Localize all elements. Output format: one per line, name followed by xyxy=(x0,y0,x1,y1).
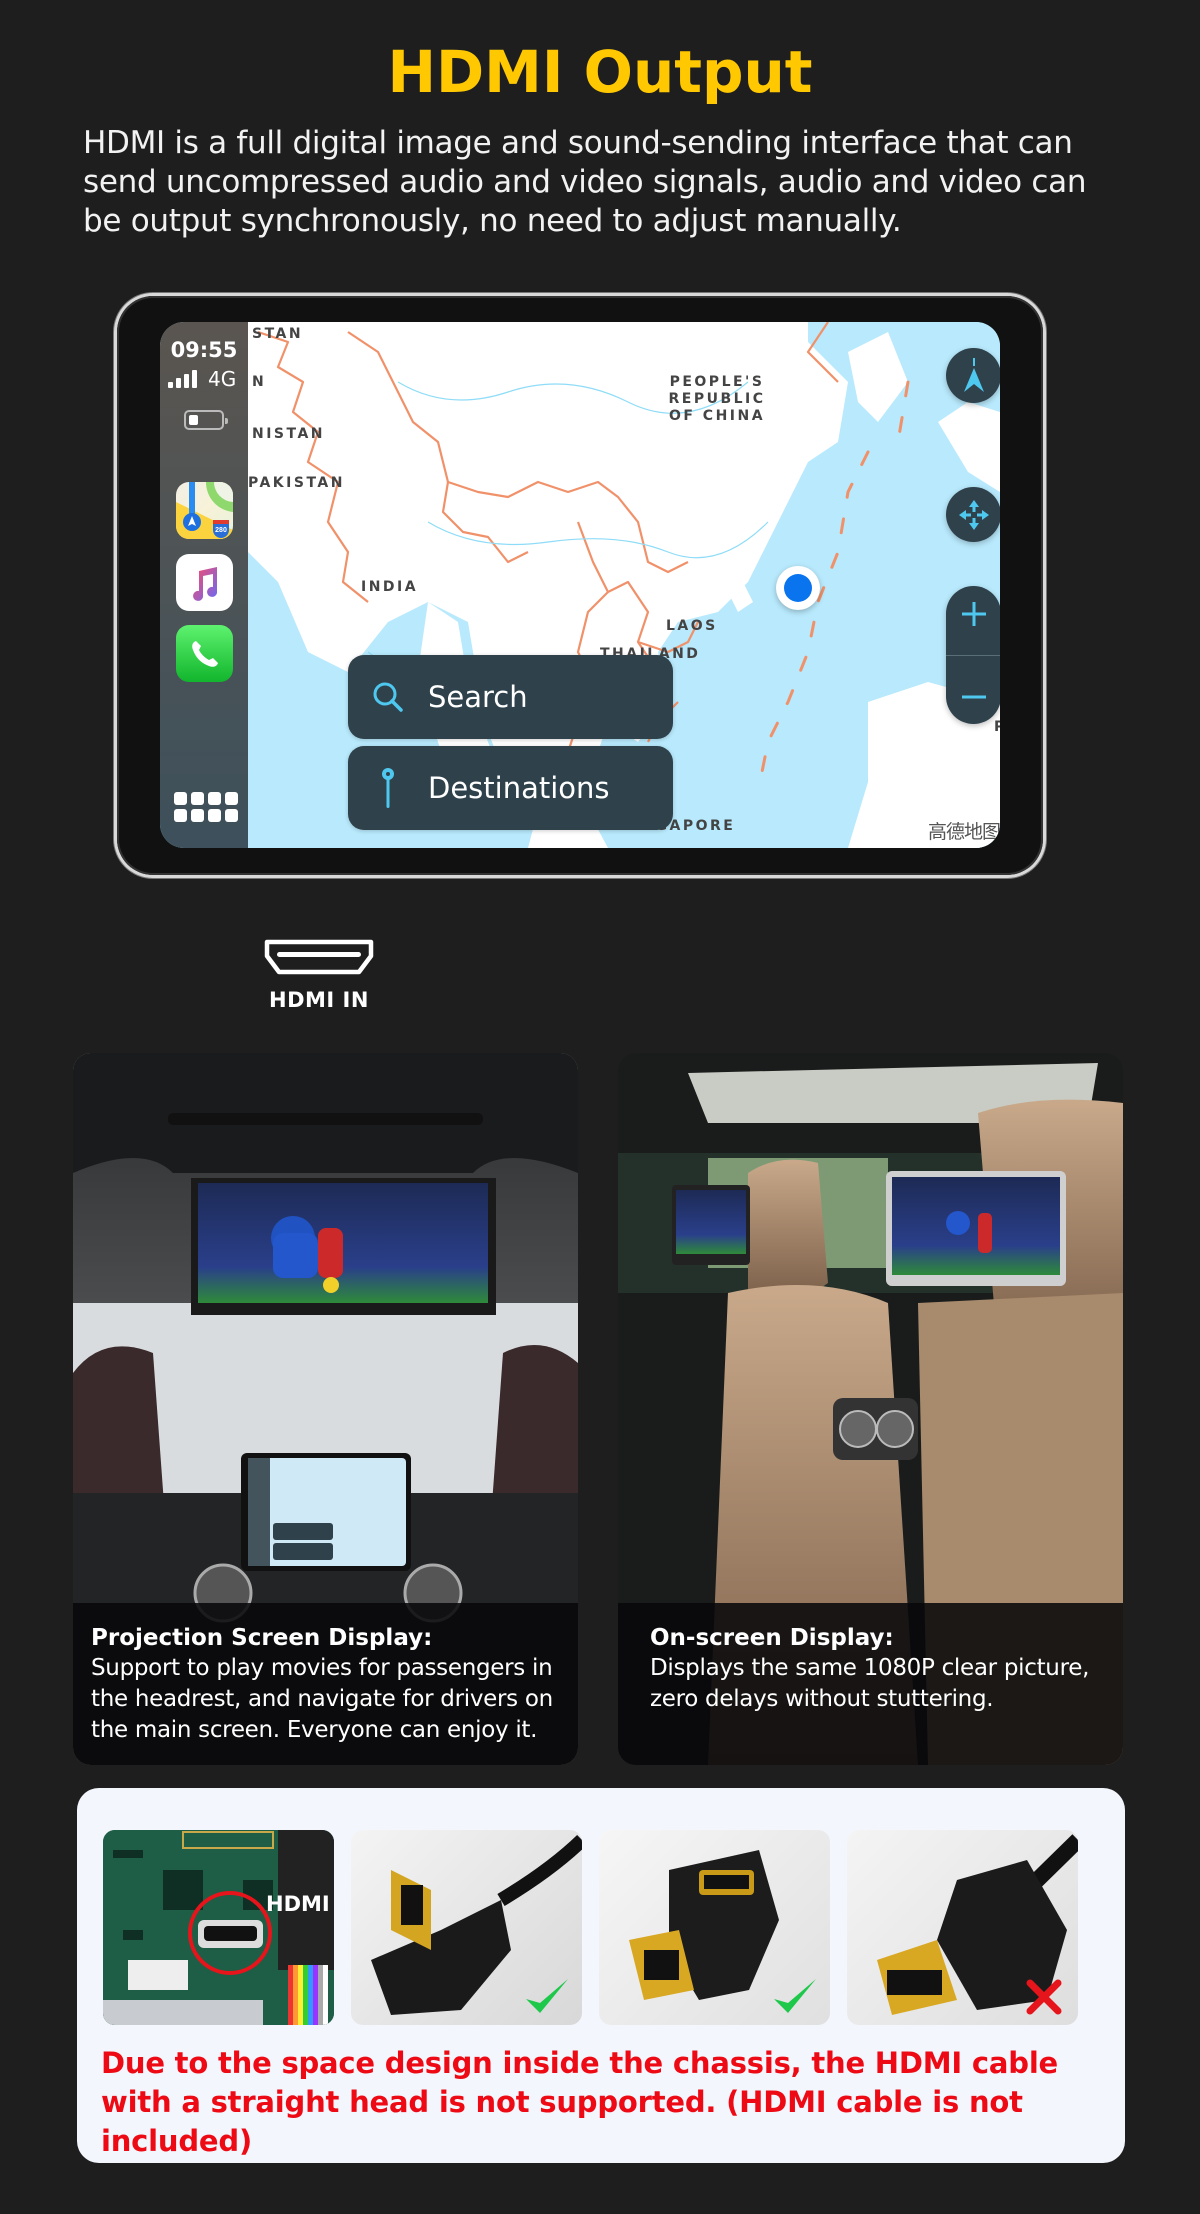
compatibility-warning: Due to the space design inside the chass… xyxy=(101,2046,1059,2158)
carplay-dock: 09:55 4G 280 xyxy=(160,322,248,848)
projection-text: Support to play movies for passengers in… xyxy=(91,1655,553,1743)
straight-cable-image xyxy=(847,1830,1078,2025)
zoom-out-button[interactable] xyxy=(960,683,988,711)
search-icon xyxy=(348,680,428,714)
destinations-label: Destinations xyxy=(428,771,610,805)
pan-button[interactable] xyxy=(946,487,1000,542)
search-button[interactable]: Search xyxy=(348,655,673,739)
right-angle-adapter-image xyxy=(599,1830,830,2025)
pcb-hdmi-port-image: HDMI xyxy=(103,1830,334,2025)
minus-icon xyxy=(961,695,986,698)
zoom-divider xyxy=(946,654,1000,656)
map-label-stan: STAN xyxy=(252,326,304,342)
compass-icon xyxy=(963,357,984,392)
signal-icon xyxy=(168,370,197,388)
maps-app-icon[interactable]: 280 xyxy=(176,482,233,539)
music-app-icon[interactable] xyxy=(176,554,233,611)
onscreen-caption: On-screen Display: Displays the same 108… xyxy=(618,1603,1123,1765)
map-label-n: N xyxy=(252,374,267,390)
map-view[interactable]: STAN N NISTAN PAKISTAN INDIA PEOPLE'S RE… xyxy=(248,322,1000,848)
map-provider-watermark: 高德地图 xyxy=(928,821,1000,843)
pan-arrows-icon xyxy=(958,499,989,530)
hdmi-in-label: HDMI IN xyxy=(269,988,369,1012)
app-grid-icon[interactable] xyxy=(174,792,238,822)
right-angle-cable-image xyxy=(351,1830,582,2025)
carplay-screen: 09:55 4G 280 STAN N NISTAN PAKISTAN INDI… xyxy=(160,322,1000,848)
status-network: 4G xyxy=(208,367,237,391)
destinations-button[interactable]: Destinations xyxy=(348,746,673,830)
page-title: HDMI Output xyxy=(387,38,813,106)
zoom-in-button[interactable] xyxy=(960,600,988,628)
check-icon xyxy=(526,1979,568,2013)
projection-title: Projection Screen Display: xyxy=(91,1625,433,1651)
status-time: 09:55 xyxy=(170,338,238,362)
pcb-hdmi-label: HDMI xyxy=(266,1892,330,1916)
phone-app-icon[interactable] xyxy=(176,625,233,682)
plus-icon xyxy=(961,601,986,626)
cable-compatibility-panel: HDMI Due to the space design inside the … xyxy=(77,1788,1125,2163)
svg-text:280: 280 xyxy=(215,527,227,534)
map-label-china: PEOPLE'S REPUBLIC OF CHINA xyxy=(668,374,766,424)
zoom-control xyxy=(946,586,1000,724)
map-label-laos: LAOS xyxy=(666,618,718,634)
feature-card-projection: Projection Screen Display: Support to pl… xyxy=(73,1053,578,1765)
current-location-marker xyxy=(776,566,820,610)
onscreen-text: Displays the same 1080P clear picture, z… xyxy=(650,1655,1090,1712)
feature-card-onscreen: On-screen Display: Displays the same 108… xyxy=(618,1053,1123,1765)
head-unit-device: 09:55 4G 280 STAN N NISTAN PAKISTAN INDI… xyxy=(117,296,1043,875)
hdmi-in-indicator: HDMI IN xyxy=(260,938,378,1012)
compass-button[interactable] xyxy=(946,348,1000,403)
onscreen-title: On-screen Display: xyxy=(650,1625,894,1651)
battery-icon xyxy=(184,410,228,430)
map-label-pakistan: PAKISTAN xyxy=(248,475,345,491)
cross-icon xyxy=(1026,1979,1062,2015)
hdmi-port-icon xyxy=(264,939,374,975)
check-icon xyxy=(774,1979,816,2013)
map-label-afghanistan: NISTAN xyxy=(252,426,326,442)
projection-caption: Projection Screen Display: Support to pl… xyxy=(73,1603,578,1765)
map-label-edge: P xyxy=(994,719,1000,736)
map-label-india: INDIA xyxy=(361,579,419,595)
pin-icon xyxy=(348,766,428,810)
intro-paragraph: HDMI is a full digital image and sound-s… xyxy=(83,125,1087,239)
search-label: Search xyxy=(428,680,528,714)
